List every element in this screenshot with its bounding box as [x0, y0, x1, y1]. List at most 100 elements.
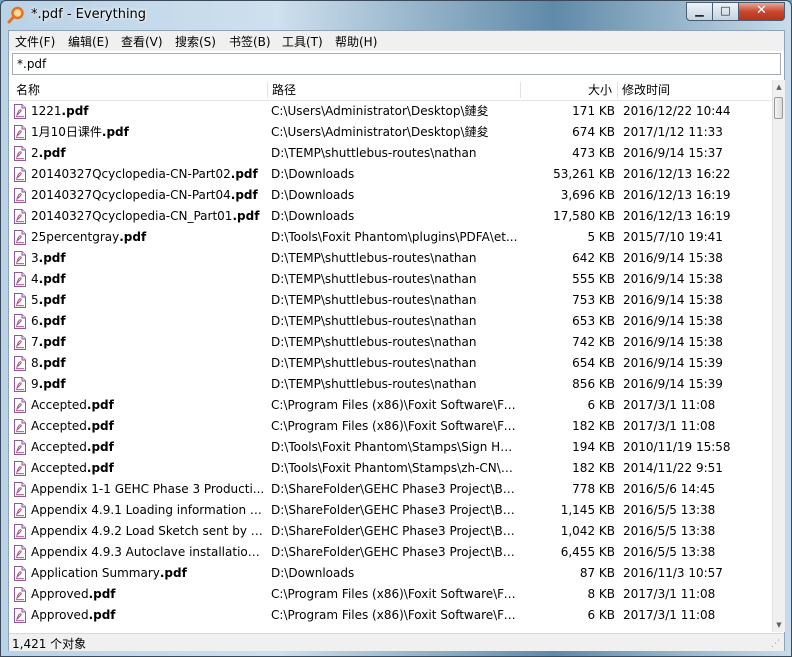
table-row[interactable]: 3.pdf D:\TEMP\shuttlebus-routes\nathan 642…: [9, 248, 771, 269]
menu-help[interactable]: 帮助(H): [333, 33, 379, 50]
file-name: 25percentgray.pdf: [31, 227, 266, 248]
file-size: 1,042 KB: [560, 524, 615, 538]
menu-view[interactable]: 查看(V): [119, 33, 165, 50]
file-base: Appendix 4.9.3 Autoclave installation ..…: [31, 545, 266, 559]
file-size: 182 KB: [572, 461, 615, 475]
pdf-file-icon: [14, 188, 26, 203]
file-ext: .pdf: [38, 356, 66, 370]
menu-tools[interactable]: 工具(T): [280, 33, 325, 50]
file-ext: .pdf: [38, 335, 66, 349]
file-path: D:\Tools\Foxit Phantom\Stamps\zh-CN\S...: [271, 461, 519, 475]
table-row[interactable]: 2.pdf D:\TEMP\shuttlebus-routes\nathan 473…: [9, 143, 771, 164]
table-row[interactable]: 20140327Qcyclopedia-CN_Part01.pdf D:\Down…: [9, 206, 771, 227]
file-modified: 2016/5/5 13:38: [623, 545, 716, 559]
table-row[interactable]: Accepted.pdf D:\Tools\Foxit Phantom\Stamp…: [9, 437, 771, 458]
pdf-file-icon: [14, 167, 26, 182]
menu-file[interactable]: 文件(F): [13, 33, 57, 50]
table-row[interactable]: 8.pdf D:\TEMP\shuttlebus-routes\nathan 654…: [9, 353, 771, 374]
table-row[interactable]: Appendix 1-1 GEHC Phase 3 Producti... D:\…: [9, 479, 771, 500]
file-name: Appendix 4.9.3 Autoclave installation ..…: [31, 542, 266, 563]
table-row[interactable]: Appendix 4.9.3 Autoclave installation ..…: [9, 542, 771, 563]
scroll-up-arrow-icon[interactable]: ▲: [773, 80, 785, 94]
file-size: 87 KB: [579, 566, 615, 580]
menu-edit[interactable]: 编辑(E): [66, 33, 111, 50]
table-row[interactable]: 20140327Qcyclopedia-CN-Part02.pdf D:\Down…: [9, 164, 771, 185]
column-path[interactable]: 路径: [267, 80, 520, 100]
column-size[interactable]: 大小: [520, 80, 617, 100]
file-ext: .pdf: [88, 608, 116, 622]
file-path: C:\Program Files (x86)\Foxit Software\Fo…: [271, 608, 519, 622]
file-path: D:\TEMP\shuttlebus-routes\nathan: [271, 356, 477, 370]
file-path: D:\Downloads: [271, 167, 355, 181]
table-row[interactable]: Appendix 4.9.1 Loading information p... D…: [9, 500, 771, 521]
file-modified: 2015/7/10 19:41: [623, 230, 723, 244]
file-name: 1月10日课件.pdf: [31, 122, 266, 143]
table-row[interactable]: 1221.pdf C:\Users\Administrator\Desktop\鏈…: [9, 101, 771, 122]
file-size: 8 KB: [587, 587, 615, 601]
file-size: 53,261 KB: [553, 167, 615, 181]
column-name[interactable]: 名称: [11, 80, 268, 100]
file-modified: 2016/9/14 15:39: [623, 377, 723, 391]
file-name: 20140327Qcyclopedia-CN_Part01.pdf: [31, 206, 266, 227]
file-size: 17,580 KB: [553, 209, 615, 223]
menu-search[interactable]: 搜索(S): [173, 33, 218, 50]
title-bar[interactable]: *.pdf - Everything ▁ □ ✕: [1, 1, 791, 30]
table-row[interactable]: 6.pdf D:\TEMP\shuttlebus-routes\nathan 653…: [9, 311, 771, 332]
table-row[interactable]: Accepted.pdf C:\Program Files (x86)\Foxit…: [9, 416, 771, 437]
table-row[interactable]: 20140327Qcyclopedia-CN-Part04.pdf D:\Down…: [9, 185, 771, 206]
minimize-button[interactable]: ▁: [686, 2, 713, 21]
table-row[interactable]: Accepted.pdf D:\Tools\Foxit Phantom\Stamp…: [9, 458, 771, 479]
file-name: 9.pdf: [31, 374, 266, 395]
table-row[interactable]: Appendix 4.9.2 Load Sketch sent by E... D…: [9, 521, 771, 542]
object-count: 1,421 个对象: [12, 637, 87, 651]
table-row[interactable]: 9.pdf D:\TEMP\shuttlebus-routes\nathan 856…: [9, 374, 771, 395]
scroll-thumb[interactable]: [774, 97, 783, 119]
file-path: D:\ShareFolder\GEHC Phase3 Project\BD...: [271, 482, 519, 496]
file-ext: .pdf: [38, 146, 66, 160]
file-path: D:\Tools\Foxit Phantom\Stamps\Sign Here: [271, 440, 519, 454]
close-button[interactable]: ✕: [738, 2, 785, 21]
file-name: 4.pdf: [31, 269, 266, 290]
table-row[interactable]: 5.pdf D:\TEMP\shuttlebus-routes\nathan 753…: [9, 290, 771, 311]
file-base: Approved: [31, 608, 89, 622]
table-row[interactable]: 4.pdf D:\TEMP\shuttlebus-routes\nathan 555…: [9, 269, 771, 290]
search-input[interactable]: *.pdf: [12, 53, 781, 75]
resize-grip-icon[interactable]: ⋰: [771, 639, 782, 650]
file-path: C:\Program Files (x86)\Foxit Software\Fo…: [271, 587, 519, 601]
maximize-button[interactable]: □: [712, 2, 739, 21]
file-base: 7: [31, 335, 39, 349]
file-ext: .pdf: [230, 188, 258, 202]
pdf-file-icon: [14, 272, 26, 287]
table-row[interactable]: 1月10日课件.pdf C:\Users\Administrator\Deskto…: [9, 122, 771, 143]
pdf-file-icon: [14, 440, 26, 455]
file-ext: .pdf: [230, 167, 258, 181]
file-ext: .pdf: [86, 440, 114, 454]
file-name: Approved.pdf: [31, 605, 266, 626]
file-path: D:\ShareFolder\GEHC Phase3 Project\BD...: [271, 545, 519, 559]
menu-bookmarks[interactable]: 书签(B): [227, 33, 273, 50]
table-row[interactable]: Application Summary.pdf D:\Downloads 87 KB…: [9, 563, 771, 584]
pdf-file-icon: [14, 566, 26, 581]
file-size: 182 KB: [572, 419, 615, 433]
pdf-file-icon: [14, 314, 26, 329]
file-name: 3.pdf: [31, 248, 266, 269]
file-size: 1,145 KB: [560, 503, 615, 517]
file-name: 20140327Qcyclopedia-CN-Part04.pdf: [31, 185, 266, 206]
file-path: D:\TEMP\shuttlebus-routes\nathan: [271, 314, 477, 328]
file-path: C:\Users\Administrator\Desktop\鏈夋: [271, 104, 489, 118]
file-size: 778 KB: [572, 482, 615, 496]
table-row[interactable]: Approved.pdf C:\Program Files (x86)\Foxit…: [9, 584, 771, 605]
table-row[interactable]: 25percentgray.pdf D:\Tools\Foxit Phantom\…: [9, 227, 771, 248]
file-base: 20140327Qcyclopedia-CN_Part01: [31, 209, 233, 223]
table-row[interactable]: Approved.pdf C:\Program Files (x86)\Foxit…: [9, 605, 771, 626]
file-modified: 2010/11/19 15:58: [623, 440, 731, 454]
vertical-scrollbar[interactable]: ▲ ▼: [772, 80, 785, 632]
scroll-down-arrow-icon[interactable]: ▼: [773, 618, 785, 632]
table-row[interactable]: Accepted.pdf C:\Program Files (x86)\Foxit…: [9, 395, 771, 416]
column-modified[interactable]: 修改时间: [617, 80, 767, 100]
file-path: D:\TEMP\shuttlebus-routes\nathan: [271, 377, 477, 391]
file-modified: 2016/9/14 15:38: [623, 335, 723, 349]
file-name: Accepted.pdf: [31, 458, 266, 479]
table-row[interactable]: 7.pdf D:\TEMP\shuttlebus-routes\nathan 742…: [9, 332, 771, 353]
file-size: 856 KB: [572, 377, 615, 391]
